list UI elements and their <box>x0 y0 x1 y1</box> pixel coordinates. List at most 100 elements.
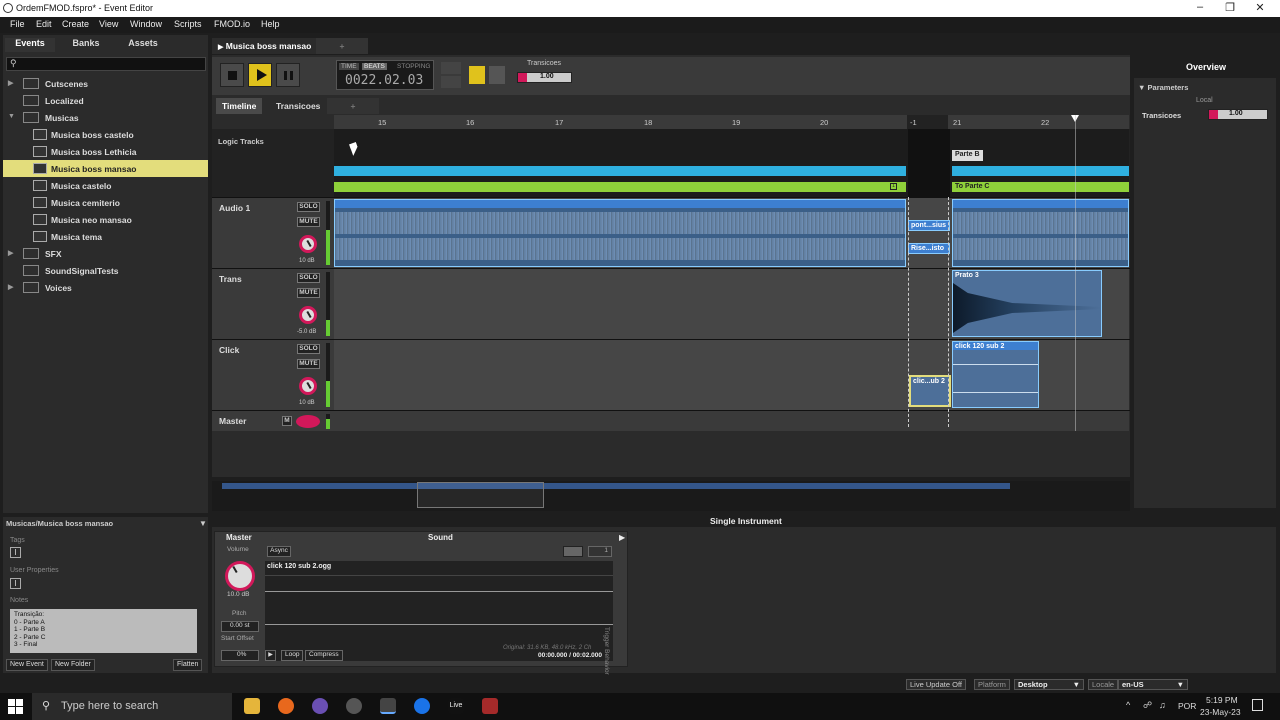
menu-scripts[interactable]: Scripts <box>174 19 202 29</box>
tab-events[interactable]: Events <box>5 38 55 52</box>
solo-button[interactable]: SOLO <box>297 273 320 283</box>
event-tab[interactable]: ▶ Musica boss mansao <box>212 38 318 54</box>
transport-param-slider[interactable]: 1.00 <box>517 72 572 83</box>
volume-knob[interactable] <box>299 306 317 324</box>
loop-region-a[interactable] <box>334 166 906 176</box>
track-lane[interactable] <box>334 411 1129 431</box>
notes-field[interactable]: Transição: 0 - Parte A1 - Parte B2 - Part… <box>10 609 197 653</box>
tree-folder-musicas[interactable]: ▼ Musicas <box>3 109 208 126</box>
tree-event-boss-mansao[interactable]: Musica boss mansao <box>3 160 208 177</box>
audio-clip-main[interactable] <box>334 199 906 267</box>
file-explorer-icon[interactable] <box>244 698 260 714</box>
close-icon[interactable]: ✕ <box>1252 1 1268 15</box>
browser-search-input[interactable]: ⚲ <box>6 57 206 71</box>
restore-icon[interactable]: ❐ <box>1222 1 1238 15</box>
loop-region-b[interactable] <box>952 166 1129 176</box>
add-property-icon[interactable]: I <box>10 578 21 589</box>
tree-folder-sfx[interactable]: ▶ SFX <box>3 245 208 262</box>
menu-view[interactable]: View <box>99 19 118 29</box>
tree-event-cemiterio[interactable]: Musica cemiterio <box>3 194 208 211</box>
marker-parte-b[interactable]: Parte B <box>952 150 983 161</box>
playlist-count[interactable]: 1 <box>588 546 612 557</box>
mute-button[interactable]: MUTE <box>297 359 320 369</box>
tab-transicoes[interactable]: Transicoes <box>270 98 326 114</box>
expand-icon[interactable]: ▶ <box>619 533 625 542</box>
discord-icon[interactable] <box>312 698 328 714</box>
preview-play-icon[interactable]: ▶ <box>265 650 276 661</box>
audio-clip-click-small[interactable]: clic...ub 2 <box>909 375 951 407</box>
list-view-icon[interactable] <box>469 66 485 84</box>
pitch-field[interactable]: 0.00 st <box>221 621 259 632</box>
collapse-icon[interactable]: ▼ <box>199 519 207 528</box>
tab-assets[interactable]: Assets <box>118 38 168 52</box>
track-lane[interactable]: clic...ub 2 click 120 sub 2 <box>334 340 1129 410</box>
tab-timeline[interactable]: Timeline <box>216 98 263 114</box>
audio-clip-prato[interactable]: Prato 3 <box>952 270 1102 337</box>
menu-create[interactable]: Create <box>62 19 89 29</box>
audio-clip-b[interactable] <box>952 199 1129 267</box>
solo-button[interactable]: SOLO <box>297 202 320 212</box>
transition-region-a[interactable]: 1 <box>334 182 906 192</box>
maps-icon[interactable] <box>414 698 430 714</box>
track-lane[interactable]: Prato 3 <box>334 269 1129 339</box>
start-offset-field[interactable]: 0% <box>221 650 259 661</box>
parameters-header[interactable]: ▼ Parameters <box>1138 83 1188 92</box>
master-mute-button[interactable]: M <box>282 416 292 426</box>
tab-add[interactable]: + <box>327 98 379 114</box>
deck-volume-knob[interactable] <box>225 561 255 591</box>
stop-button[interactable] <box>220 63 244 87</box>
minimize-icon[interactable]: – <box>1192 1 1208 15</box>
tree-event-boss-castelo[interactable]: Musica boss castelo <box>3 126 208 143</box>
timeline-ruler[interactable]: 15 16 17 18 19 20 -1 21 22 <box>334 115 1129 129</box>
audio-clip-click-main[interactable]: click 120 sub 2 <box>952 341 1039 408</box>
ableton-live-icon[interactable]: Live <box>448 698 464 714</box>
new-tab-button[interactable]: + <box>316 38 368 54</box>
tray-chevron-icon[interactable]: ^ <box>1126 700 1130 710</box>
solo-button[interactable]: SOLO <box>297 344 320 354</box>
menu-file[interactable]: File <box>10 19 25 29</box>
transition-region-b[interactable]: To Parte C <box>952 182 1129 192</box>
tree-folder-voices[interactable]: ▶ Voices <box>3 279 208 296</box>
master-volume-knob[interactable] <box>296 415 320 428</box>
tab-banks[interactable]: Banks <box>61 38 111 52</box>
app-icon[interactable] <box>482 698 498 714</box>
waveform-view[interactable]: click 120 sub 2.ogg Original: 31.6 KB, 4… <box>265 561 613 661</box>
network-icon[interactable]: ☍ <box>1143 700 1152 711</box>
menu-window[interactable]: Window <box>130 19 162 29</box>
notification-icon[interactable] <box>1252 699 1263 711</box>
clock-date[interactable]: 23-May-23 <box>1200 707 1241 717</box>
mute-button[interactable]: MUTE <box>297 217 320 227</box>
start-icon[interactable] <box>8 699 23 714</box>
new-event-button[interactable]: New Event <box>6 659 48 671</box>
add-tag-icon[interactable]: I <box>10 547 21 558</box>
flatten-button[interactable]: Flatten <box>173 659 203 671</box>
async-button[interactable]: Async <box>267 546 291 557</box>
firefox-icon[interactable] <box>278 698 294 714</box>
grid-view-icon[interactable] <box>489 66 505 84</box>
tree-event-neo-mansao[interactable]: Musica neo mansao <box>3 211 208 228</box>
language-indicator[interactable]: POR <box>1178 701 1196 711</box>
audio-clip-rise[interactable]: Rise...isto <box>908 243 950 254</box>
clock-time[interactable]: 5:19 PM <box>1206 695 1238 705</box>
mute-button[interactable]: MUTE <box>297 288 320 298</box>
tree-event-tema[interactable]: Musica tema <box>3 228 208 245</box>
tree-folder-cutscenes[interactable]: ▶ Cutscenes <box>3 75 208 92</box>
tree-event-castelo[interactable]: Musica castelo <box>3 177 208 194</box>
tree-event-boss-lethicia[interactable]: Musica boss Lethicia <box>3 143 208 160</box>
audio-clip-pont[interactable]: pont...sius <box>908 220 950 231</box>
tree-folder-localized[interactable]: Localized <box>3 92 208 109</box>
platform-select[interactable]: Desktop ▼ <box>1014 679 1084 690</box>
tree-folder-soundsignaltests[interactable]: SoundSignalTests <box>3 262 208 279</box>
taskbar-search-box[interactable]: ⚲ Type here to search <box>32 693 232 720</box>
pause-button[interactable] <box>276 63 300 87</box>
menu-edit[interactable]: Edit <box>36 19 52 29</box>
live-update-button[interactable]: Live Update Off <box>906 679 966 690</box>
volume-icon[interactable]: ♫ <box>1159 700 1166 710</box>
overview-param-slider[interactable]: 1.00 <box>1208 109 1268 120</box>
follow-toggle-icon[interactable] <box>441 76 461 88</box>
loop-playback-icon[interactable] <box>563 546 583 557</box>
time-mode-button[interactable]: TIME <box>339 63 359 70</box>
locale-select[interactable]: en-US ▼ <box>1118 679 1188 690</box>
minimap-viewport[interactable] <box>417 482 544 508</box>
menu-fmodio[interactable]: FMOD.io <box>214 19 250 29</box>
